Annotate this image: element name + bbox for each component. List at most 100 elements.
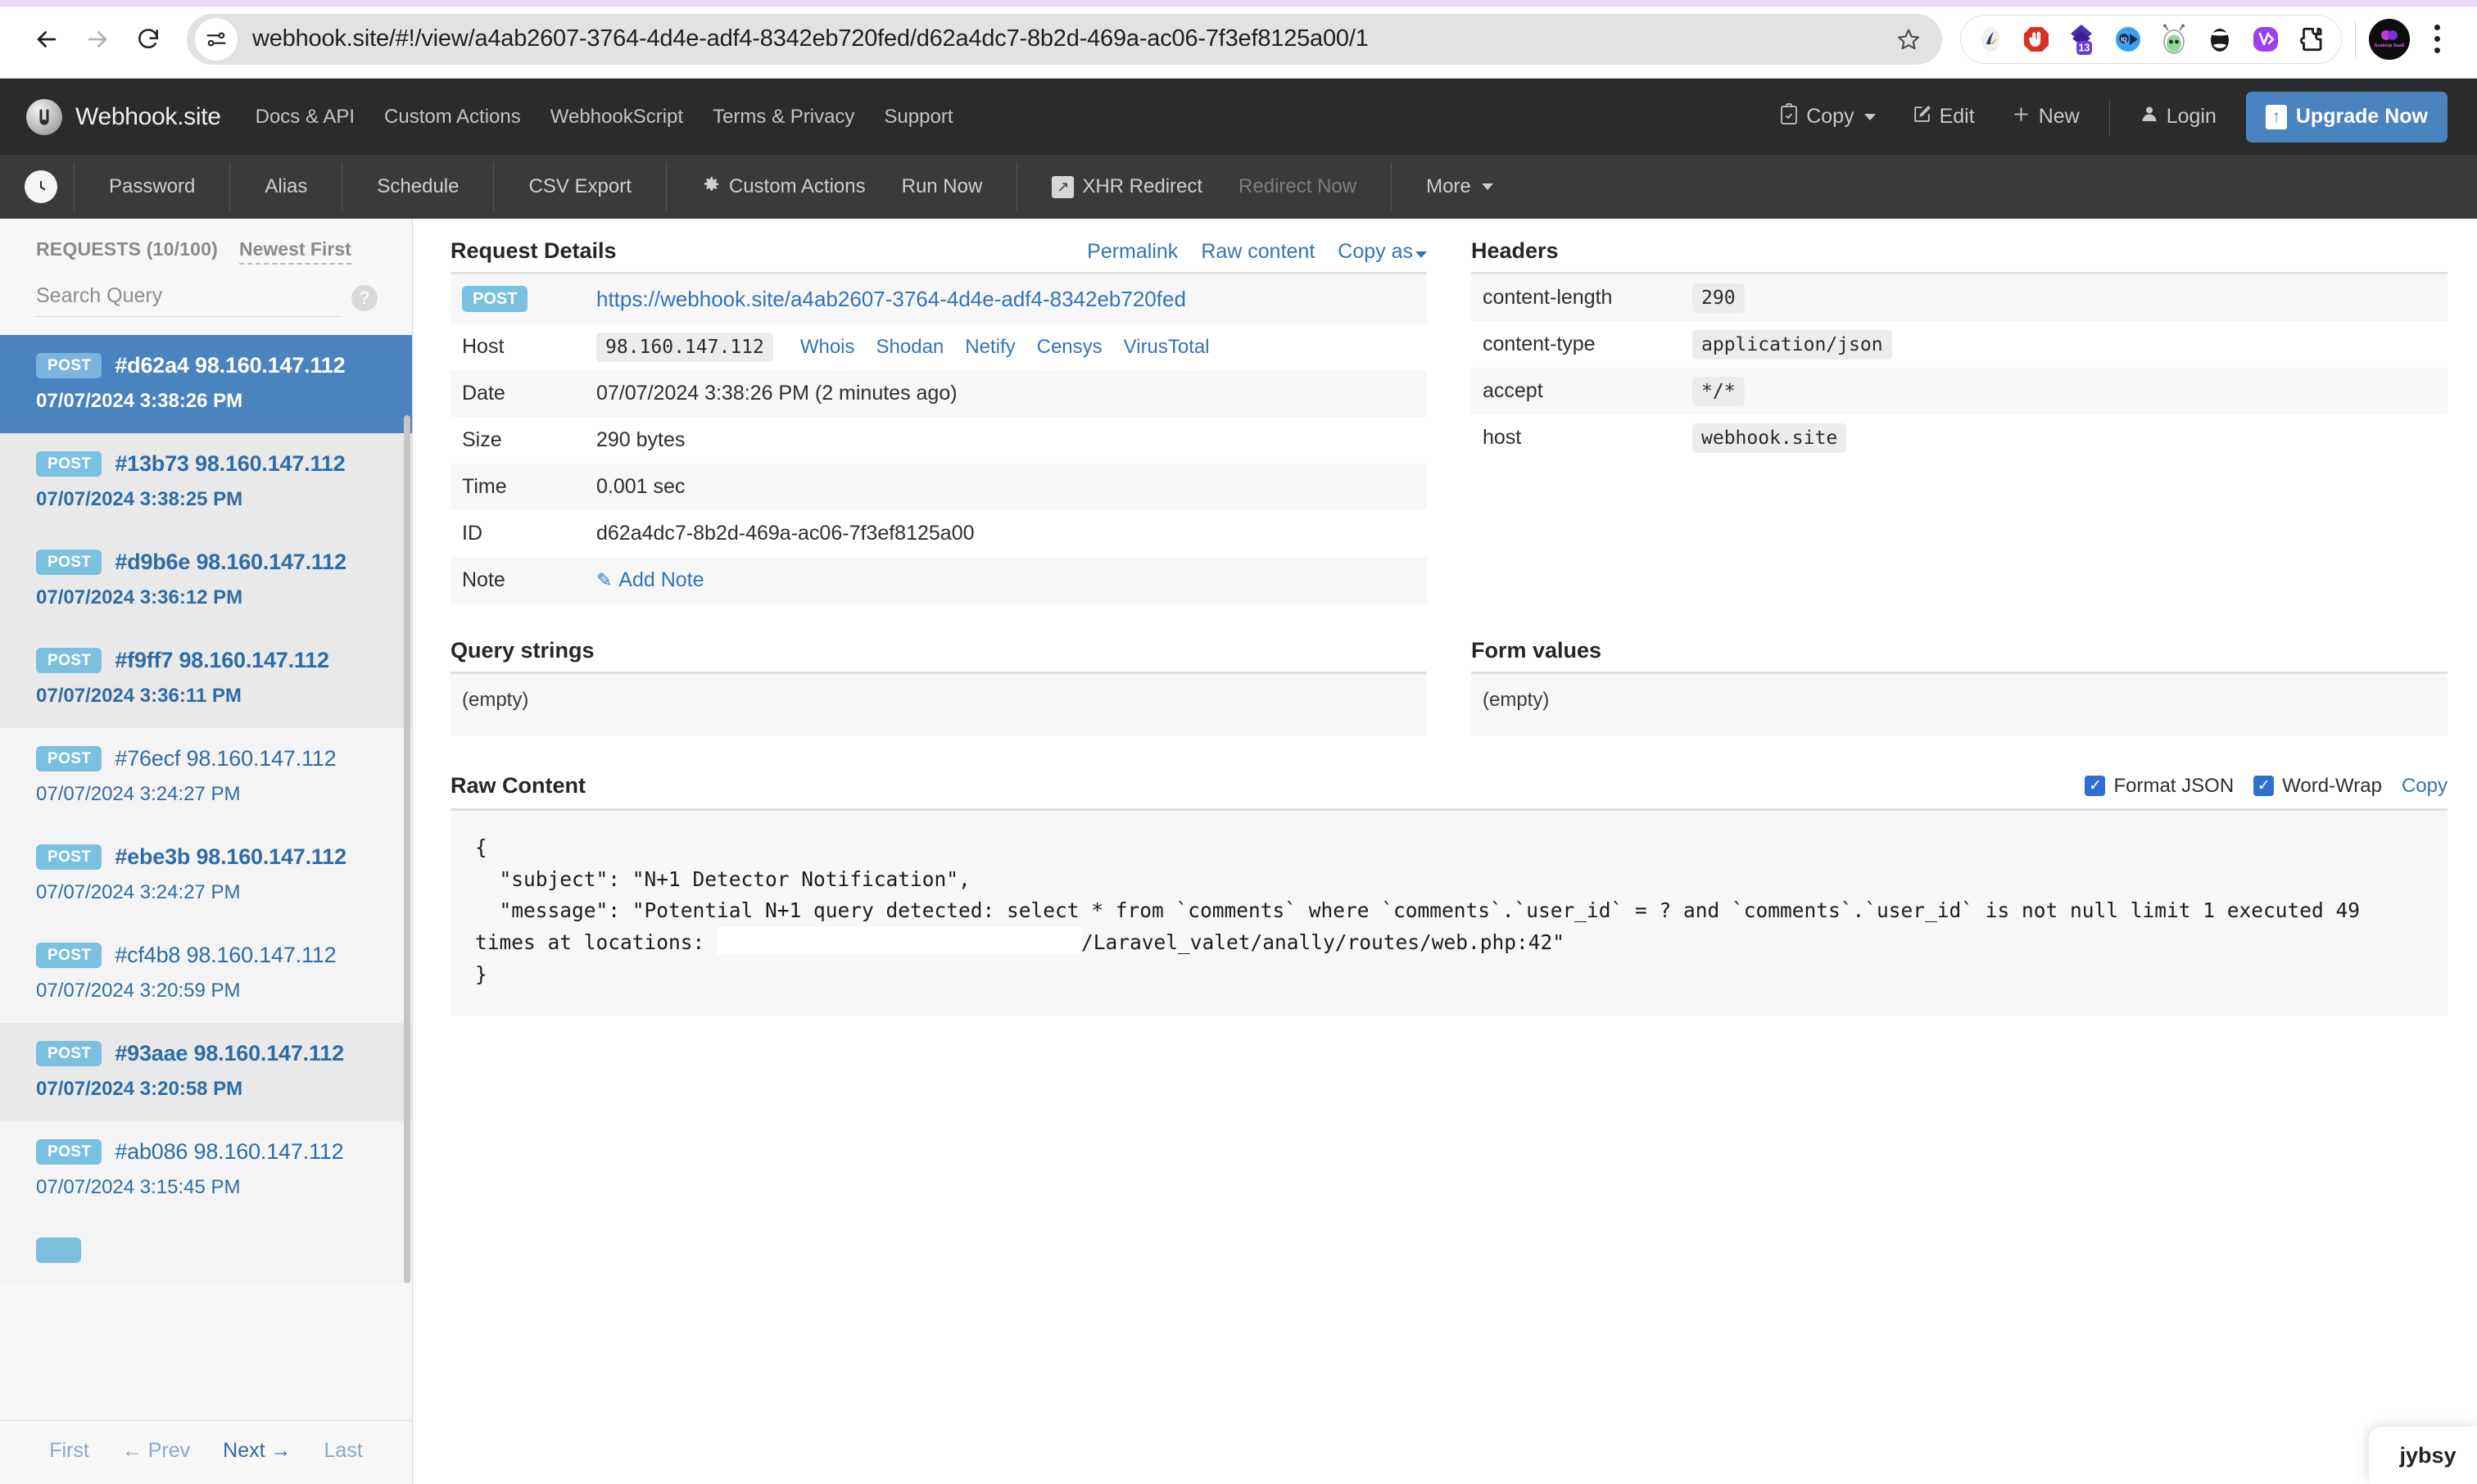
main-nav: Docs & API Custom Actions WebhookScript … bbox=[256, 106, 953, 129]
page-body: REQUESTS (10/100) Newest First ? POST#d6… bbox=[0, 219, 2477, 1484]
subbar-divider bbox=[1391, 162, 1392, 211]
request-id: #76ecf 98.160.147.112 bbox=[115, 746, 336, 771]
subbar-item-xhr-redirect[interactable]: ↗ XHR Redirect bbox=[1034, 175, 1220, 198]
login-button[interactable]: Login bbox=[2122, 104, 2235, 129]
subbar-item-more[interactable]: More bbox=[1408, 175, 1511, 198]
pager-last[interactable]: Last bbox=[324, 1439, 363, 1463]
extension-icon-alien[interactable] bbox=[2153, 18, 2195, 61]
raw-content-link[interactable]: Raw content bbox=[1201, 240, 1315, 264]
raw-content-body[interactable]: { "subject": "N+1 Detector Notification"… bbox=[451, 808, 2448, 1016]
reload-button[interactable] bbox=[123, 14, 174, 65]
extensions-puzzle-icon[interactable] bbox=[2290, 18, 2333, 61]
forward-arrow-icon bbox=[84, 25, 111, 53]
table-row: Host 98.160.147.112 Whois Shodan Netify … bbox=[451, 323, 1427, 370]
nav-terms-privacy[interactable]: Terms & Privacy bbox=[713, 106, 854, 129]
clock-icon[interactable] bbox=[25, 170, 57, 203]
extension-icon-purple[interactable] bbox=[2244, 18, 2287, 61]
size-label: Size bbox=[451, 417, 596, 464]
copy-as-dropdown[interactable]: Copy as bbox=[1338, 240, 1427, 264]
word-wrap-checkbox[interactable]: ✓ Word-Wrap bbox=[2253, 775, 2382, 798]
nav-docs-api[interactable]: Docs & API bbox=[256, 106, 355, 129]
method-badge: POST bbox=[36, 353, 102, 378]
table-row: content-length 290 bbox=[1471, 274, 2448, 322]
list-item[interactable]: POST#cf4b8 98.160.147.112 07/07/2024 3:2… bbox=[0, 925, 412, 1023]
virustotal-link[interactable]: VirusTotal bbox=[1124, 336, 1210, 359]
list-item[interactable]: POST#76ecf 98.160.147.112 07/07/2024 3:2… bbox=[0, 728, 412, 826]
subbar-item-alias[interactable]: Alias bbox=[247, 175, 325, 198]
list-item[interactable]: POST#f9ff7 98.160.147.112 07/07/2024 3:3… bbox=[0, 630, 412, 728]
checkbox-checked-icon: ✓ bbox=[2253, 776, 2274, 796]
svg-text:IQ: IQ bbox=[2121, 37, 2127, 43]
subbar-item-run-now[interactable]: Run Now bbox=[884, 175, 1001, 198]
forward-button[interactable] bbox=[72, 14, 123, 65]
extension-icon-1[interactable] bbox=[1969, 18, 2012, 61]
list-item[interactable]: POST#ebe3b 98.160.147.112 07/07/2024 3:2… bbox=[0, 826, 412, 925]
site-settings-icon[interactable] bbox=[195, 18, 238, 61]
sort-order-toggle[interactable]: Newest First bbox=[239, 238, 351, 265]
nav-webhookscript[interactable]: WebhookScript bbox=[550, 106, 683, 129]
copy-button[interactable]: Copy bbox=[1761, 103, 1893, 131]
form-values-title: Form values bbox=[1471, 638, 1601, 663]
browser-chrome: webhook.site/#!/view/a4ab2607-3764-4d4e-… bbox=[0, 0, 2477, 79]
format-json-checkbox[interactable]: ✓ Format JSON bbox=[2085, 775, 2234, 798]
requests-list[interactable]: POST#d62a4 98.160.147.112 07/07/2024 3:3… bbox=[0, 335, 412, 1420]
raw-copy-link[interactable]: Copy bbox=[2402, 775, 2448, 798]
request-id: #ebe3b 98.160.147.112 bbox=[115, 844, 346, 870]
sidebar-scrollbar[interactable] bbox=[404, 415, 410, 1283]
shodan-link[interactable]: Shodan bbox=[876, 336, 944, 359]
url-text[interactable]: webhook.site/#!/view/a4ab2607-3764-4d4e-… bbox=[238, 25, 1886, 52]
request-url-cell: https://webhook.site/a4ab2607-3764-4d4e-… bbox=[596, 274, 1427, 324]
kebab-menu-icon[interactable] bbox=[2418, 15, 2456, 64]
new-label: New bbox=[2039, 105, 2080, 129]
list-item[interactable]: POST#93aae 98.160.147.112 07/07/2024 3:2… bbox=[0, 1023, 412, 1121]
brand[interactable]: Webhook.site bbox=[26, 99, 221, 135]
adblock-extension-icon[interactable] bbox=[2015, 18, 2058, 61]
back-button[interactable] bbox=[21, 14, 72, 65]
query-strings-value: (empty) bbox=[451, 672, 1427, 735]
chevron-down-icon bbox=[1415, 251, 1427, 258]
table-row: host webhook.site bbox=[1471, 414, 2448, 461]
header-value: webhook.site bbox=[1692, 423, 1846, 453]
date-value: 07/07/2024 3:38:26 PM (2 minutes ago) bbox=[596, 370, 1427, 417]
censys-link[interactable]: Censys bbox=[1037, 336, 1103, 359]
list-item[interactable]: POST#d62a4 98.160.147.112 07/07/2024 3:3… bbox=[0, 335, 412, 433]
subbar-item-redirect-now: Redirect Now bbox=[1220, 175, 1374, 198]
redaction-block bbox=[717, 927, 1081, 954]
subbar-item-csv-export[interactable]: CSV Export bbox=[510, 175, 649, 198]
subbar-item-schedule[interactable]: Schedule bbox=[359, 175, 477, 198]
svg-text:13: 13 bbox=[2079, 42, 2090, 53]
add-note-link[interactable]: Add Note bbox=[618, 568, 704, 591]
permalink-link[interactable]: Permalink bbox=[1087, 240, 1178, 264]
address-bar[interactable]: webhook.site/#!/view/a4ab2607-3764-4d4e-… bbox=[187, 14, 1942, 65]
question-mark-icon[interactable]: ? bbox=[351, 285, 378, 311]
pager-next[interactable]: Next → bbox=[223, 1439, 291, 1463]
request-url-link[interactable]: https://webhook.site/a4ab2607-3764-4d4e-… bbox=[596, 287, 1186, 311]
extension-icon-iq[interactable]: IQ bbox=[2107, 18, 2149, 61]
header-value-cell: 290 bbox=[1692, 274, 2448, 322]
extension-icon-notes[interactable]: 13 bbox=[2061, 18, 2103, 61]
edit-button[interactable]: Edit bbox=[1894, 104, 1993, 130]
pager-first[interactable]: First bbox=[49, 1439, 89, 1463]
upgrade-now-button[interactable]: ↑ Upgrade Now bbox=[2246, 92, 2448, 143]
nav-support[interactable]: Support bbox=[884, 106, 953, 129]
subbar-item-password[interactable]: Password bbox=[91, 175, 213, 198]
list-item[interactable] bbox=[0, 1219, 412, 1283]
list-item[interactable]: POST#ab086 98.160.147.112 07/07/2024 3:1… bbox=[0, 1121, 412, 1219]
corner-widget[interactable]: jybsy bbox=[2369, 1427, 2477, 1484]
subbar-item-custom-actions[interactable]: Custom Actions bbox=[683, 174, 884, 200]
subbar-divider bbox=[229, 162, 230, 211]
avatar[interactable]: ScaleUp SaaS bbox=[2369, 19, 2410, 60]
search-input[interactable] bbox=[36, 279, 340, 317]
new-button[interactable]: New bbox=[1993, 104, 2098, 130]
netify-link[interactable]: Netify bbox=[965, 336, 1015, 359]
list-item[interactable]: POST#d9b6e 98.160.147.112 07/07/2024 3:3… bbox=[0, 532, 412, 630]
plus-icon bbox=[2011, 104, 2031, 130]
request-id: #d9b6e 98.160.147.112 bbox=[115, 550, 346, 575]
empty-sections: Query strings (empty) Form values (empty… bbox=[451, 638, 2448, 735]
pager-prev[interactable]: ← Prev bbox=[122, 1439, 190, 1463]
star-icon[interactable] bbox=[1886, 27, 1931, 52]
list-item[interactable]: POST#13b73 98.160.147.112 07/07/2024 3:3… bbox=[0, 433, 412, 532]
nav-custom-actions[interactable]: Custom Actions bbox=[384, 106, 521, 129]
whois-link[interactable]: Whois bbox=[800, 336, 855, 359]
extension-icon-dark[interactable] bbox=[2199, 18, 2241, 61]
